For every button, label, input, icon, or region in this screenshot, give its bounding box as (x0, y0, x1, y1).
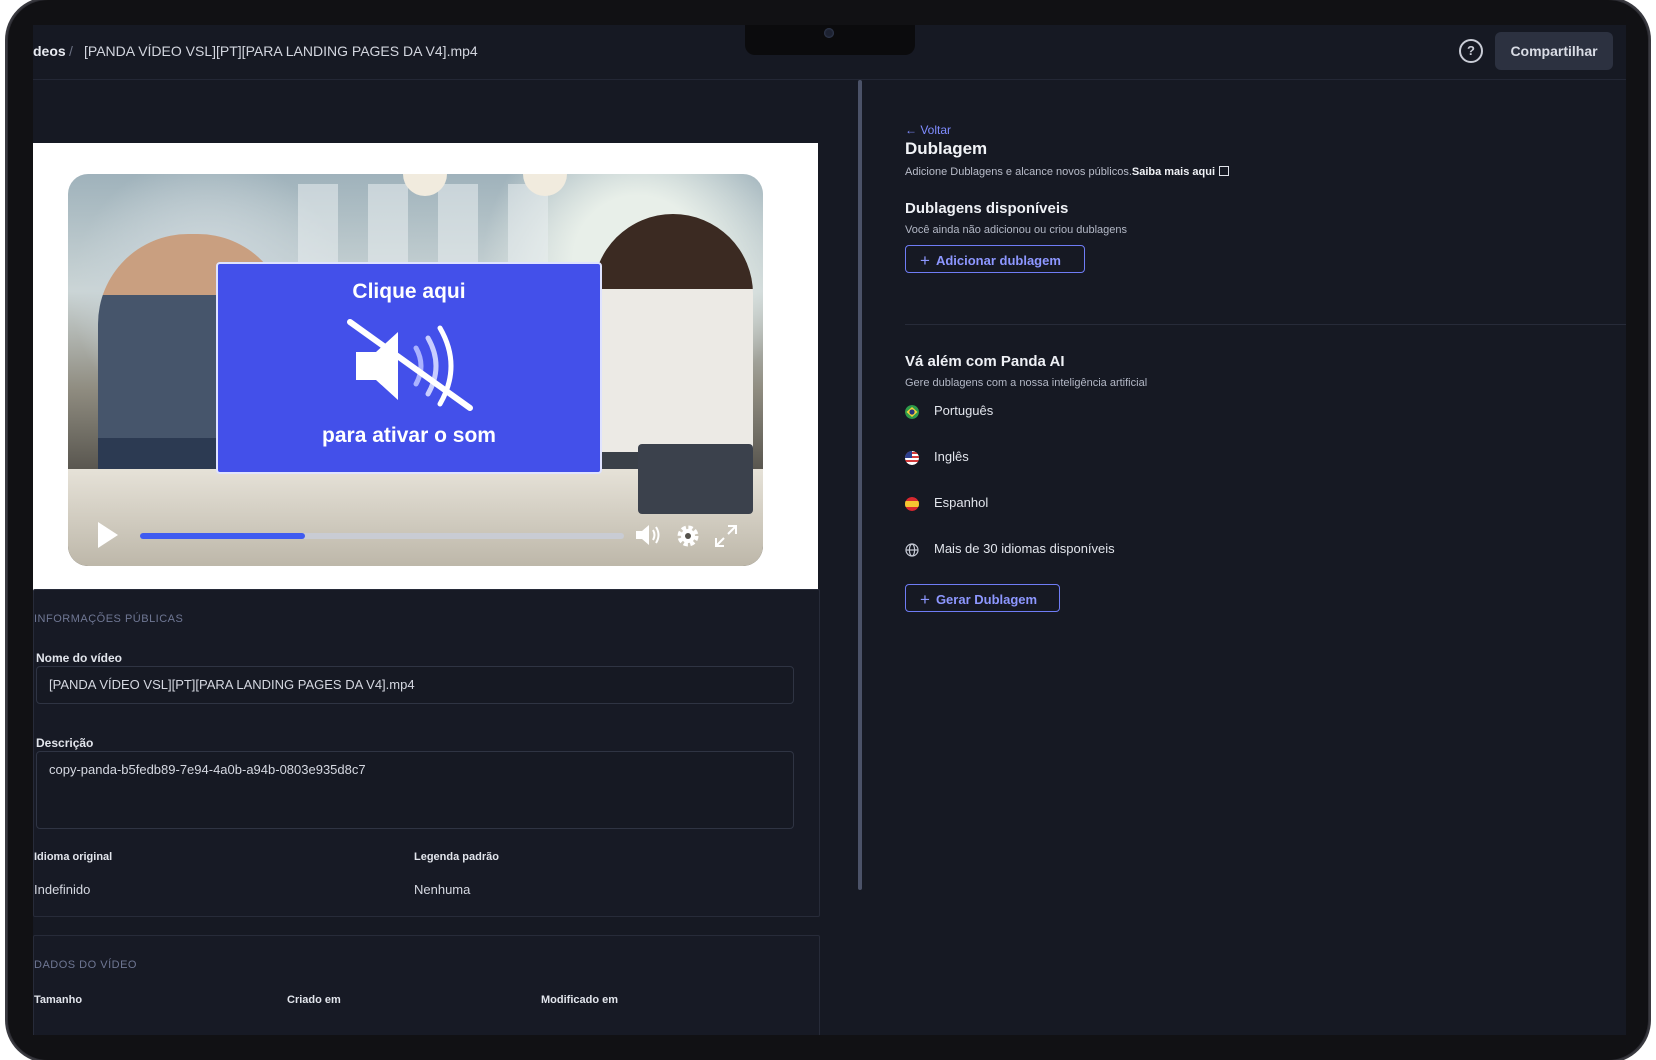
external-link-icon[interactable] (1219, 166, 1230, 176)
camera-notch (745, 25, 915, 55)
play-icon[interactable] (96, 520, 120, 550)
video-player[interactable]: Clique aqui para ativar o som (68, 174, 763, 566)
available-dubs-subtitle: Você ainda não adicionou ou criou dublag… (905, 224, 1128, 236)
breadcrumb-current: [PANDA VÍDEO VSL][PT][PARA LANDING PAGES… (84, 43, 478, 59)
size-label: Tamanho (34, 994, 83, 1006)
video-preview-area: Clique aqui para ativar o som (33, 143, 818, 598)
player-controls (68, 506, 763, 566)
overlay-top-text: Clique aqui (352, 280, 466, 303)
original-language-value[interactable]: Indefinido (34, 882, 90, 897)
progress-bar[interactable] (140, 533, 624, 539)
section-title-public-info: INFORMAÇÕES PÚBLICAS (34, 613, 184, 625)
share-button[interactable]: Compartilhar (1495, 32, 1613, 70)
panda-ai-title: Vá além com Panda AI (905, 353, 1065, 370)
default-subtitle-label: Legenda padrão (414, 851, 499, 863)
generate-dubbing-button[interactable]: + Gerar Dublagem (905, 584, 1060, 612)
breadcrumb-root[interactable]: deos (33, 43, 66, 59)
add-dubbing-label: Adicionar dublagem (935, 253, 1061, 268)
spain-flag-icon (905, 497, 919, 511)
public-info-card: INFORMAÇÕES PÚBLICAS Nome do vídeo [PAND… (33, 589, 820, 917)
usa-flag-icon (905, 451, 919, 465)
language-label: Português (934, 403, 994, 418)
available-dubs-title: Dublagens disponíveis (905, 200, 1069, 217)
section-divider (905, 324, 1626, 325)
camera-icon (824, 28, 834, 38)
modified-label: Modificado em (541, 994, 619, 1006)
description-textarea[interactable]: copy-panda-b5fedb89-7e94-4a0b-a94b-0803e… (36, 751, 794, 829)
language-label: Espanhol (934, 495, 989, 510)
video-name-input[interactable]: [PANDA VÍDEO VSL][PT][PARA LANDING PAGES… (36, 666, 794, 704)
muted-speaker-icon (347, 319, 473, 411)
unmute-overlay[interactable]: Clique aqui para ativar o som (216, 262, 602, 474)
progress-fill (140, 533, 305, 539)
back-link[interactable]: ← Voltar (905, 123, 951, 137)
video-data-card: DADOS DO VÍDEO Tamanho Criado em Modific… (33, 935, 820, 1035)
dubbing-subtitle: Adicione Dublagens e alcance novos públi… (905, 165, 1230, 178)
plus-icon: + (920, 590, 930, 609)
language-label: Mais de 30 idiomas disponíveis (934, 541, 1115, 556)
dubbing-panel: ← Voltar Dublagem Adicione Dublagens e a… (863, 80, 1626, 1035)
breadcrumb-separator: / (69, 43, 73, 59)
section-title-video-data: DADOS DO VÍDEO (34, 959, 137, 971)
gear-icon[interactable] (674, 522, 702, 550)
add-dubbing-button[interactable]: + Adicionar dublagem (905, 245, 1085, 273)
plus-icon: + (920, 251, 930, 270)
fullscreen-icon[interactable] (714, 524, 738, 548)
app-screen: deos / [PANDA VÍDEO VSL][PT][PARA LANDIN… (33, 25, 1626, 1035)
brazil-flag-icon (905, 405, 919, 419)
panda-ai-subtitle: Gere dublagens com a nossa inteligência … (905, 377, 1148, 389)
language-label: Inglês (934, 449, 969, 464)
generate-dubbing-label: Gerar Dublagem (935, 592, 1038, 607)
dubbing-subtitle-text: Adicione Dublagens e alcance novos públi… (905, 166, 1132, 178)
volume-icon[interactable] (634, 522, 662, 548)
overlay-bottom-text: para ativar o som (322, 424, 496, 447)
globe-icon (905, 543, 919, 557)
video-name-label: Nome do vídeo (36, 651, 123, 665)
original-language-label: Idioma original (34, 851, 113, 863)
default-subtitle-value[interactable]: Nenhuma (414, 882, 470, 897)
dubbing-title: Dublagem (905, 139, 988, 158)
video-frame-laptop (638, 444, 753, 514)
panel-scrollbar[interactable] (858, 80, 862, 890)
video-details-panel: Clique aqui para ativar o som INFORMAÇÕE… (33, 80, 863, 1035)
question-circle-icon[interactable]: ? (1459, 39, 1483, 63)
description-label: Descrição (36, 736, 94, 750)
created-label: Criado em (287, 994, 341, 1006)
learn-more-link[interactable]: Saiba mais aqui (1132, 166, 1215, 178)
